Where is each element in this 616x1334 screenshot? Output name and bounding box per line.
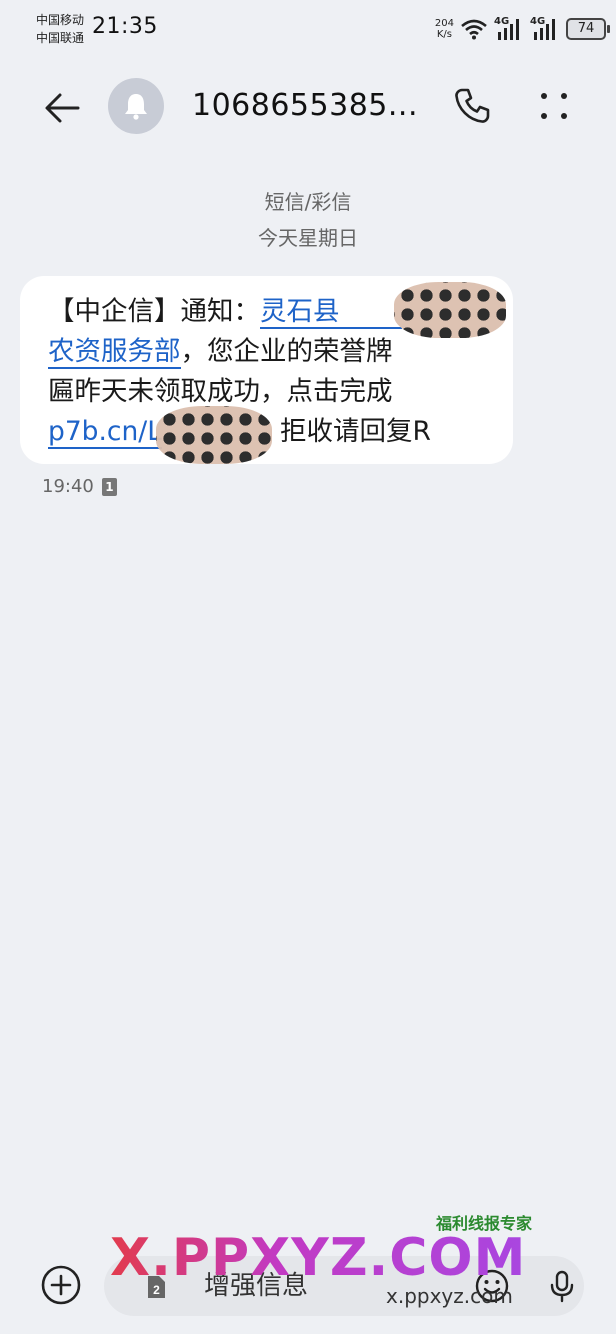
emoji-button[interactable] xyxy=(474,1268,510,1304)
more-options-button[interactable] xyxy=(532,84,576,128)
carrier-labels: 中国移动 中国联通 xyxy=(36,11,84,47)
message-text-part: 拒收请回复R xyxy=(279,416,431,447)
microphone-icon xyxy=(550,1270,574,1303)
message-bubble[interactable]: 【中企信】通知：灵石县 农资服务部，您企业的荣誉牌 匾昨天未领取成功，点击完成 … xyxy=(20,276,513,464)
url-link[interactable]: p7b.cn/L xyxy=(48,416,162,449)
call-button[interactable] xyxy=(450,84,494,128)
sim-select-button[interactable]: 2 xyxy=(144,1274,168,1300)
signal-bars-icon xyxy=(534,19,555,40)
redaction-blur xyxy=(156,406,272,464)
bell-icon xyxy=(125,94,147,120)
network-speed: 204 K/s xyxy=(435,18,454,40)
input-placeholder: 增强信息 xyxy=(204,1271,309,1301)
net-speed-value: 204 xyxy=(434,18,454,29)
cellular-signal-1: 4G xyxy=(494,16,524,42)
cellular-signal-2: 4G xyxy=(530,16,560,42)
message-composer: 2 增强信息 xyxy=(0,1238,616,1334)
date-label: 今天星期日 xyxy=(258,226,358,250)
carrier-1: 中国移动 xyxy=(36,13,85,27)
message-type-label: 短信/彩信 xyxy=(264,190,352,214)
smiley-icon xyxy=(475,1269,509,1303)
message-line: p7b.cn/L 拒收请回复R xyxy=(48,412,508,452)
carrier-2: 中国联通 xyxy=(36,31,85,45)
status-icons: 204 K/s 4G 4G 74 xyxy=(435,14,610,44)
wifi-icon xyxy=(461,19,487,40)
contact-number[interactable]: 1068655385... xyxy=(192,86,432,126)
signal-bars-icon xyxy=(498,19,519,40)
add-attachment-button[interactable] xyxy=(40,1264,82,1306)
message-prefix: 【中企信】通知： xyxy=(48,296,260,327)
address-link-cont[interactable]: 农资服务部 xyxy=(48,336,181,369)
message-input[interactable]: 2 增强信息 xyxy=(104,1256,584,1316)
net-speed-unit: K/s xyxy=(436,29,453,40)
battery-indicator: 74 xyxy=(566,18,610,40)
message-time: 19:40 xyxy=(42,476,94,497)
redaction-blur xyxy=(394,282,506,338)
message-text-part: ，您企业的荣誉牌 xyxy=(180,336,393,367)
message-line: 匾昨天未领取成功，点击完成 xyxy=(48,372,508,412)
message-text-part: 匾昨天未领取成功，点击完成 xyxy=(48,376,393,407)
thread-info: 短信/彩信 今天星期日 xyxy=(0,184,616,256)
voice-input-button[interactable] xyxy=(544,1268,580,1304)
sim-badge: 1 xyxy=(101,477,117,496)
contact-avatar[interactable] xyxy=(108,78,164,134)
message-meta: 19:40 1 xyxy=(42,476,117,497)
address-link-redacted-part[interactable] xyxy=(339,297,402,329)
arrow-left-icon xyxy=(45,93,80,123)
more-dots-icon xyxy=(541,93,567,119)
back-button[interactable] xyxy=(40,86,84,130)
message-line: 农资服务部，您企业的荣誉牌 xyxy=(48,332,508,372)
address-link[interactable]: 灵石县 xyxy=(260,296,340,329)
status-bar: 中国移动 中国联通 21:35 204 K/s 4G 4G 74 xyxy=(0,0,616,56)
plus-circle-icon xyxy=(41,1265,81,1305)
sim-card-icon: 2 xyxy=(148,1276,165,1298)
phone-icon xyxy=(455,88,490,123)
svg-text:2: 2 xyxy=(153,1283,160,1297)
conversation-header: 1068655385... xyxy=(0,64,616,150)
watermark-tag: 福利线报专家 xyxy=(436,1214,533,1233)
clock: 21:35 xyxy=(92,14,158,39)
